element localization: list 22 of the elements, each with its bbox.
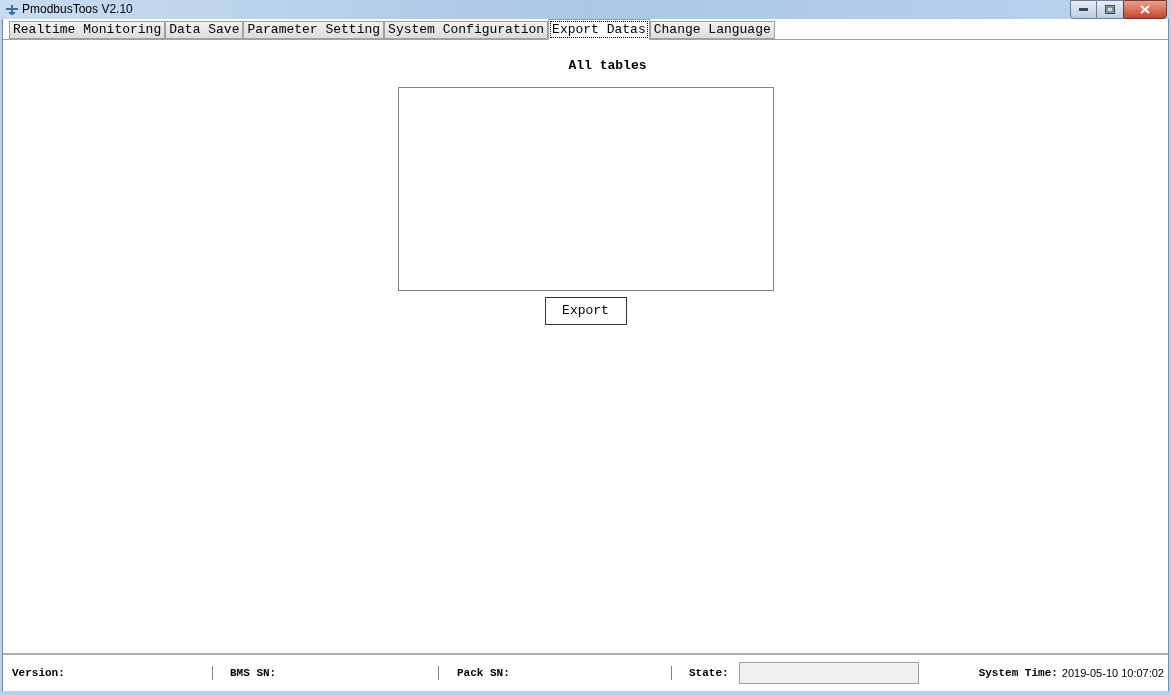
- close-icon: [1140, 5, 1150, 14]
- minimize-icon: [1079, 8, 1088, 11]
- tab[interactable]: System Configuration: [384, 21, 549, 39]
- app-icon: [6, 5, 18, 15]
- version-label: Version:: [12, 665, 66, 681]
- system-time-label: System Time:: [978, 665, 1058, 681]
- maximize-icon: [1105, 5, 1115, 14]
- tab[interactable]: Data Save: [165, 21, 244, 39]
- bms-sn-label: BMS SN:: [230, 665, 278, 681]
- state-label: State:: [689, 665, 730, 681]
- tab[interactable]: Realtime Monitoring: [9, 21, 166, 39]
- export-button[interactable]: Export: [544, 296, 627, 325]
- panel-title: All tables: [568, 57, 647, 75]
- tab[interactable]: Change Language: [649, 21, 775, 39]
- window-title: PmodbusToos V2.10: [22, 2, 133, 16]
- tab[interactable]: Parameter Setting: [243, 21, 385, 39]
- close-button[interactable]: [1123, 0, 1167, 19]
- tab[interactable]: Export Datas: [548, 19, 650, 40]
- minimize-button[interactable]: [1070, 0, 1097, 19]
- system-time: 2019-05-10 10:07:02: [1061, 665, 1164, 681]
- pack-sn-label: Pack SN:: [457, 665, 511, 681]
- maximize-button[interactable]: [1097, 0, 1123, 19]
